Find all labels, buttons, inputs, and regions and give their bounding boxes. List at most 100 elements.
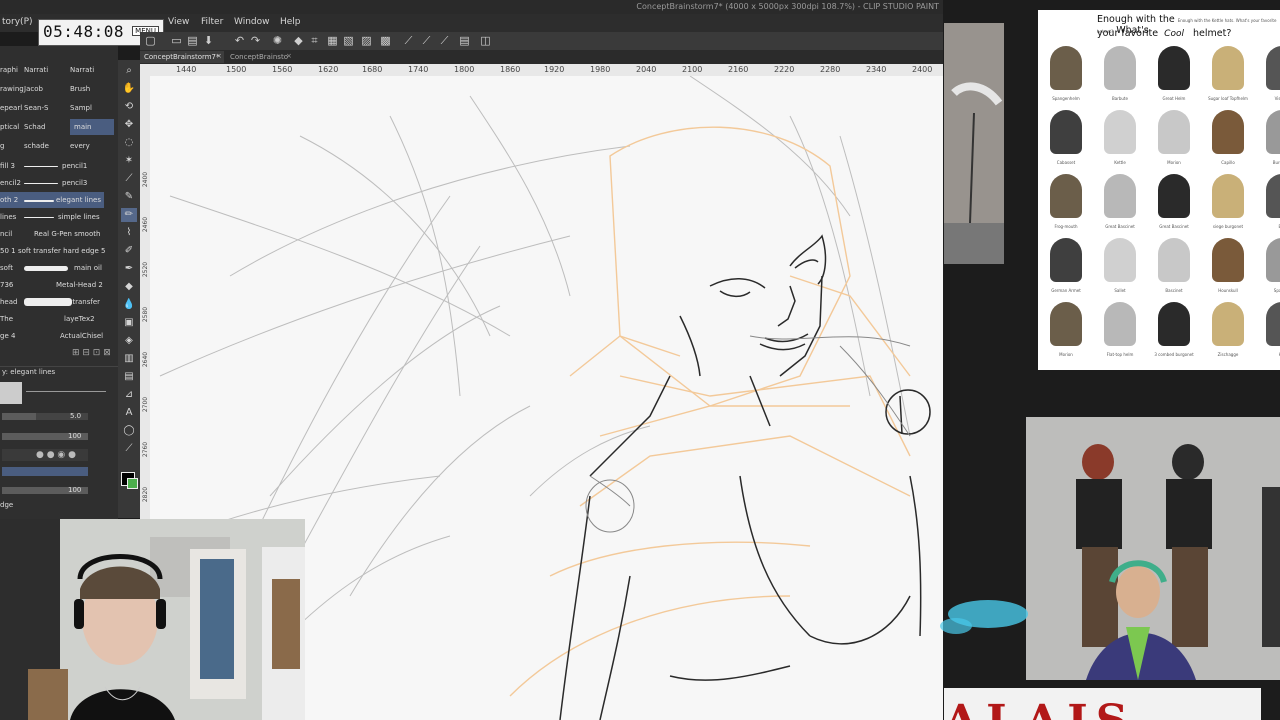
- helmet-icon: [1266, 302, 1280, 346]
- decoration-icon[interactable]: ✒: [121, 262, 137, 276]
- brush-item[interactable]: encil2 pencil3: [0, 175, 104, 191]
- subtool-item[interactable]: main: [70, 119, 114, 135]
- subtool-item[interactable]: g: [0, 138, 22, 154]
- redo-icon[interactable]: ↷: [249, 34, 262, 47]
- helmet-caption: Sallet: [1114, 288, 1126, 293]
- new-file-icon[interactable]: ▭: [170, 34, 183, 47]
- menu-view[interactable]: View: [168, 17, 189, 27]
- brush-item[interactable]: ncil Real G-Pen smooth: [0, 226, 104, 242]
- helmet-caption: Flat-top helm: [1106, 352, 1134, 357]
- banner-text: ALAIS: [944, 696, 1136, 720]
- helmet-icon: [1158, 302, 1190, 346]
- brush-item[interactable]: head oil transfer: [0, 294, 104, 310]
- layers-icon[interactable]: ▤: [458, 34, 471, 47]
- brush-item[interactable]: 50 1 soft transfer hard edge 5: [0, 243, 105, 259]
- brush-item[interactable]: fill 3 pencil1: [0, 158, 104, 174]
- select-all-icon[interactable]: ▦: [326, 34, 339, 47]
- invert-icon[interactable]: ▨: [360, 34, 373, 47]
- tab-document-2[interactable]: ConceptBrainsto: [226, 51, 292, 63]
- brush-label: The: [0, 315, 14, 323]
- brush-item[interactable]: oth 2 elegant lines: [0, 192, 104, 208]
- fill-icon[interactable]: ◆: [292, 34, 305, 47]
- text-icon[interactable]: A: [121, 406, 137, 420]
- tool-palette: ⌕ ✋ ⟲ ✥ ◌ ✶ ⟋ ✎ ✏ ⌇ ✐ ✒ ◆ 💧 ▣ ◈ ▥ ▤ ⊿ A …: [118, 60, 140, 518]
- helmet-question-line2: your favorite Cool helmet?: [1097, 28, 1232, 39]
- mode-bar[interactable]: [2, 467, 88, 476]
- brush-tip-selector[interactable]: ● ● ◉ ●: [2, 449, 88, 461]
- brush-stroke-preview: [24, 183, 58, 184]
- pen-icon[interactable]: ⟋: [420, 34, 433, 47]
- fill-icon[interactable]: ▣: [121, 316, 137, 330]
- ruler-icon[interactable]: ⊿: [121, 388, 137, 402]
- brush-stroke-preview: [24, 298, 72, 306]
- transform-icon[interactable]: ⌗: [308, 34, 321, 47]
- crop-icon[interactable]: ▩: [379, 34, 392, 47]
- subtool-item[interactable]: rawing: [0, 81, 24, 97]
- menu-help[interactable]: Help: [280, 17, 301, 27]
- figure-icon[interactable]: ▥: [121, 352, 137, 366]
- gradient-icon[interactable]: ◈: [121, 334, 137, 348]
- balloon-icon[interactable]: ◯: [121, 424, 137, 438]
- new-file-icon[interactable]: ▢: [144, 34, 157, 47]
- brush-icon[interactable]: ⌇: [121, 226, 137, 240]
- brush-preview-stroke: [26, 391, 106, 392]
- reference-banner: ALAIS: [944, 688, 1261, 720]
- subtool-item[interactable]: raphi: [0, 62, 22, 78]
- eraser-icon[interactable]: ◆: [121, 280, 137, 294]
- brush-item[interactable]: The layeTex2: [0, 311, 104, 327]
- subtool-item[interactable]: Narrati: [24, 62, 64, 78]
- wand-icon[interactable]: ✶: [121, 154, 137, 168]
- sub-color-swatch[interactable]: [127, 478, 138, 489]
- lasso-icon[interactable]: ◌: [121, 136, 137, 150]
- close-icon[interactable]: ×: [216, 52, 222, 60]
- ruler-tick: 2100: [682, 65, 703, 74]
- deselect-icon[interactable]: ▧: [342, 34, 355, 47]
- pen-icon[interactable]: ⟋: [402, 34, 415, 47]
- line-icon[interactable]: ⟋: [121, 442, 137, 456]
- subtool-item[interactable]: Sampl: [70, 100, 110, 116]
- pen-icon[interactable]: ✎: [121, 190, 137, 204]
- subtool-item[interactable]: ptical: [0, 119, 22, 135]
- menu-window[interactable]: Window: [234, 17, 270, 27]
- open-icon[interactable]: ▤: [186, 34, 199, 47]
- reference-icon[interactable]: ◫: [479, 34, 492, 47]
- hand-icon[interactable]: ✋: [121, 82, 137, 96]
- gear-icon[interactable]: ✺: [271, 34, 284, 47]
- subtool-item[interactable]: Jacob: [24, 81, 64, 97]
- subtool-item[interactable]: epearl: [0, 100, 22, 116]
- save-icon[interactable]: ⬇: [202, 34, 215, 47]
- menu-filter[interactable]: Filter: [201, 17, 223, 27]
- brush-item[interactable]: lines simple lines: [0, 209, 104, 225]
- brush-item[interactable]: 736 Metal-Head 2: [0, 277, 104, 293]
- splash-decoration: [940, 600, 1028, 634]
- subtool-item[interactable]: Narrati: [70, 62, 110, 78]
- panel-tab-history[interactable]: tory(P): [2, 17, 33, 27]
- subtool-item[interactable]: Brush: [70, 81, 110, 97]
- brush-item[interactable]: soft main oil: [0, 260, 104, 276]
- helmet-icon: [1050, 174, 1082, 218]
- tab-document-1[interactable]: ConceptBrainstorm7*: [140, 51, 224, 63]
- frame-icon[interactable]: ▤: [121, 370, 137, 384]
- brush-label: oth 2: [0, 196, 19, 204]
- subtool-item[interactable]: Sean-S: [24, 100, 64, 116]
- helmet-caption: Kettle: [1114, 160, 1126, 165]
- magnifier-icon[interactable]: ⌕: [121, 64, 137, 78]
- subtool-item[interactable]: schade: [24, 138, 64, 154]
- reference-image-armor: [944, 23, 1004, 264]
- eyedropper-icon[interactable]: ⟋: [121, 172, 137, 186]
- undo-icon[interactable]: ↶: [233, 34, 246, 47]
- ruler-tick: 1680: [362, 65, 383, 74]
- blend-icon[interactable]: 💧: [121, 298, 137, 312]
- subtool-item[interactable]: every: [70, 138, 110, 154]
- pencil-icon[interactable]: ✏: [121, 208, 137, 222]
- panel-icons[interactable]: ⊞ ⊟ ⊡ ⊠: [72, 348, 111, 358]
- helmet-item: Great Bascinet: [1150, 172, 1198, 232]
- ruler-icon[interactable]: ⟋: [438, 34, 451, 47]
- rotate-icon[interactable]: ⟲: [121, 100, 137, 114]
- ruler-tick: 1560: [272, 65, 293, 74]
- airbrush-icon[interactable]: ✐: [121, 244, 137, 258]
- subtool-item[interactable]: Schad: [24, 119, 64, 135]
- close-icon[interactable]: ×: [286, 52, 292, 60]
- move-icon[interactable]: ✥: [121, 118, 137, 132]
- brush-item[interactable]: ge 4 ActualChisel: [0, 328, 104, 344]
